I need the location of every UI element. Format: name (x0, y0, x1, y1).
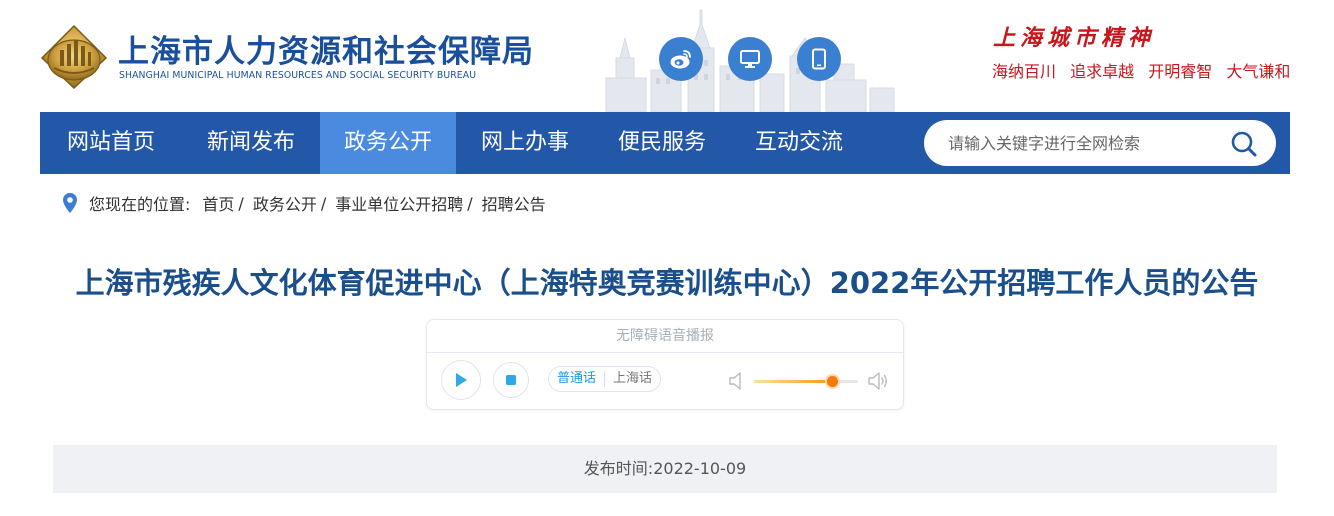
site-header: 上海市人力资源和社会保障局 SHANGHAI MUNICIPAL HUMAN R… (0, 0, 1334, 112)
volume-low-icon[interactable] (729, 371, 743, 391)
breadcrumb-notice[interactable]: 招聘公告 (482, 191, 546, 215)
city-spirit-phrases: 海纳百川 追求卓越 开明睿智 大气谦和 (992, 58, 1299, 82)
audio-player: 无障碍语音播报 普通话 上海话 (426, 319, 904, 410)
breadcrumb-separator: / (320, 193, 327, 213)
breadcrumb-separator: / (238, 193, 244, 213)
nav-item-home[interactable]: 网站首页 (40, 112, 182, 174)
desktop-site-button[interactable] (728, 37, 772, 81)
lang-shanghainese-button[interactable]: 上海话 (605, 367, 660, 391)
nav-item-news[interactable]: 新闻发布 (182, 112, 320, 174)
breadcrumb-label: 您现在的位置: (89, 195, 191, 214)
location-pin-icon (63, 193, 77, 213)
stop-icon (506, 375, 516, 385)
mobile-icon (812, 48, 826, 70)
volume-slider[interactable] (754, 376, 858, 387)
org-name-en: SHANGHAI MUNICIPAL HUMAN RESOURCES AND S… (119, 70, 477, 81)
play-button[interactable] (441, 360, 481, 400)
volume-high-icon[interactable] (868, 370, 890, 392)
breadcrumb-separator: / (467, 193, 473, 213)
main-navbar: 网站首页 新闻发布 政务公开 网上办事 便民服务 互动交流 (40, 112, 1290, 174)
audio-player-header: 无障碍语音播报 (427, 320, 903, 353)
volume-slider-handle[interactable] (827, 376, 838, 387)
spirit-phrase: 追求卓越 (1070, 62, 1135, 81)
desktop-icon (740, 50, 760, 68)
article-title: 上海市残疾人文化体育促进中心（上海特奥竞赛训练中心）2022年公开招聘工作人员的… (75, 266, 1259, 300)
spirit-phrase: 海纳百川 (992, 62, 1057, 81)
spirit-phrase: 开明睿智 (1148, 62, 1213, 81)
spirit-phrase: 大气谦和 (1226, 62, 1291, 81)
search-box (924, 120, 1276, 166)
publish-info-bar: 发布时间:2022-10-09 (53, 445, 1277, 493)
mobile-site-button[interactable] (797, 37, 841, 81)
search-icon[interactable] (1230, 130, 1258, 158)
weibo-icon (670, 50, 691, 69)
nav-item-public-services[interactable]: 便民服务 (594, 112, 730, 174)
nav-item-interaction[interactable]: 互动交流 (730, 112, 868, 174)
language-toggle: 普通话 上海话 (548, 366, 662, 392)
lang-mandarin-button[interactable]: 普通话 (549, 367, 604, 391)
stop-button[interactable] (493, 362, 529, 398)
search-input[interactable] (948, 120, 1218, 166)
play-icon (456, 373, 467, 387)
weibo-button[interactable] (659, 37, 703, 81)
city-spirit-title: 上海城市精神 (993, 25, 1156, 51)
breadcrumb-recruitment[interactable]: 事业单位公开招聘 (335, 191, 463, 215)
breadcrumb-home[interactable]: 首页 (202, 191, 234, 215)
bureau-emblem-logo[interactable] (40, 24, 108, 90)
publish-label: 发布时间: (583, 459, 654, 478)
breadcrumb: 您现在的位置: 首页 / 政务公开 / 事业单位公开招聘 / 招聘公告 (62, 190, 546, 216)
volume-slider-fill (754, 380, 832, 383)
nav-item-online-services[interactable]: 网上办事 (456, 112, 594, 174)
publish-date: 2022-10-09 (653, 459, 747, 478)
breadcrumb-gov-affairs[interactable]: 政务公开 (253, 191, 317, 215)
nav-item-gov-affairs[interactable]: 政务公开 (320, 112, 456, 174)
org-name-cn[interactable]: 上海市人力资源和社会保障局 (118, 26, 534, 71)
